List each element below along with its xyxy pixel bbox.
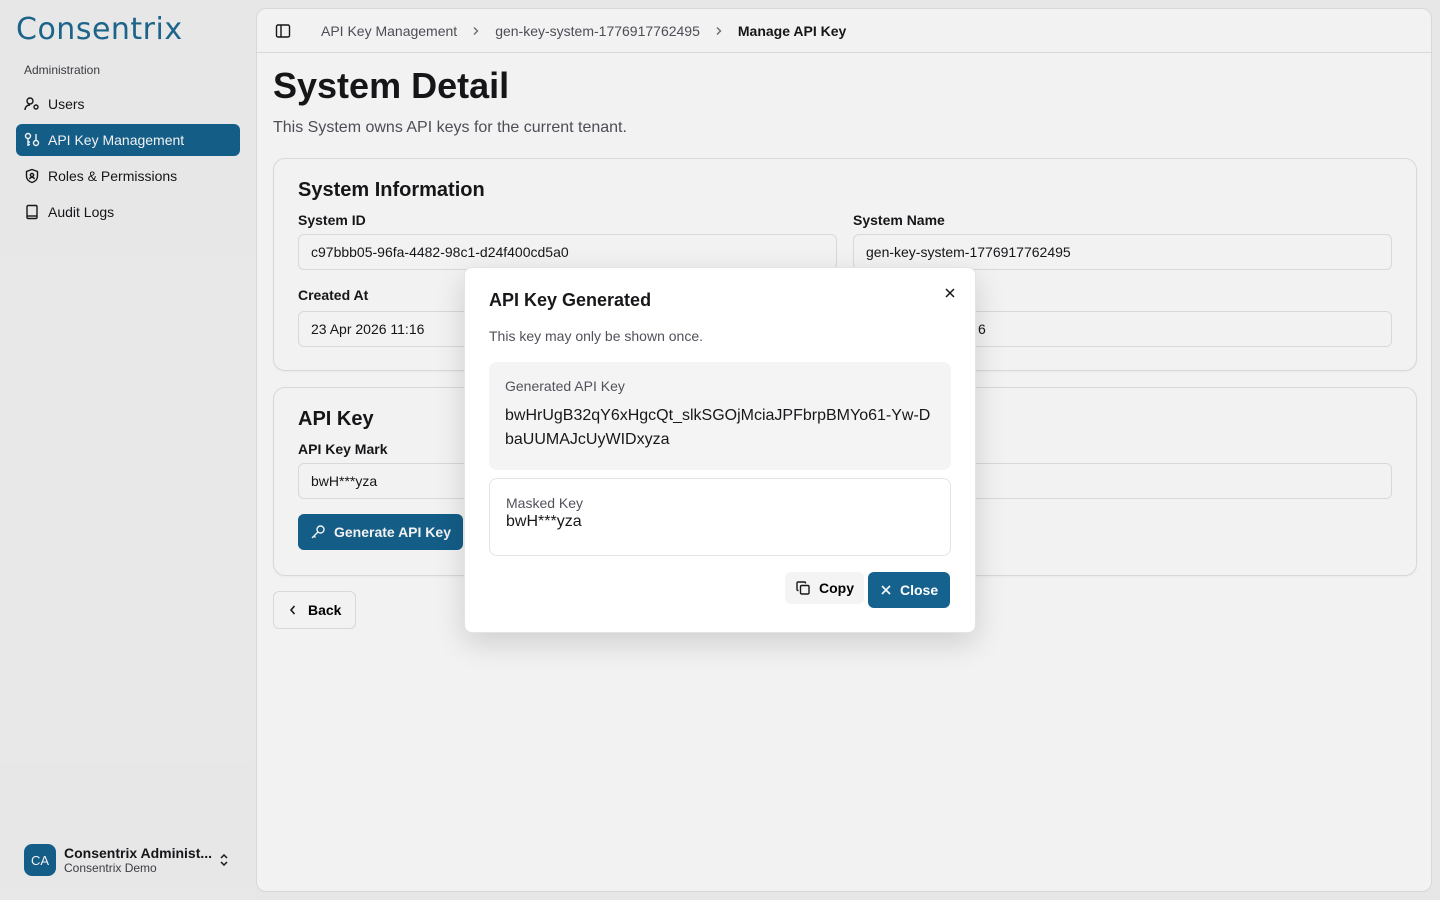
masked-key-label: Masked Key (506, 495, 584, 511)
generated-key-box: Generated API Key bwHrUgB32qY6xHgcQt_slk… (489, 362, 951, 470)
close-button[interactable]: Close (868, 572, 951, 608)
masked-key-box: Masked Key bwH***yza (489, 478, 951, 556)
close-icon[interactable] (941, 284, 959, 302)
close-icon (880, 584, 892, 596)
masked-key-value: bwH***yza (506, 513, 582, 530)
copy-button[interactable]: Copy (785, 572, 864, 604)
generated-key-value: bwHrUgB32qY6xHgcQt_slkSGOjMciaJPFbrpBMYo… (505, 407, 931, 448)
api-key-generated-dialog: API Key Generated This key may only be s… (464, 267, 976, 633)
dialog-title: API Key Generated (489, 290, 652, 310)
dialog-description: This key may only be shown once. (489, 328, 703, 344)
generated-key-label: Generated API Key (505, 378, 625, 394)
button-label: Close (900, 582, 939, 598)
button-label: Copy (819, 580, 854, 596)
copy-icon (795, 580, 811, 596)
